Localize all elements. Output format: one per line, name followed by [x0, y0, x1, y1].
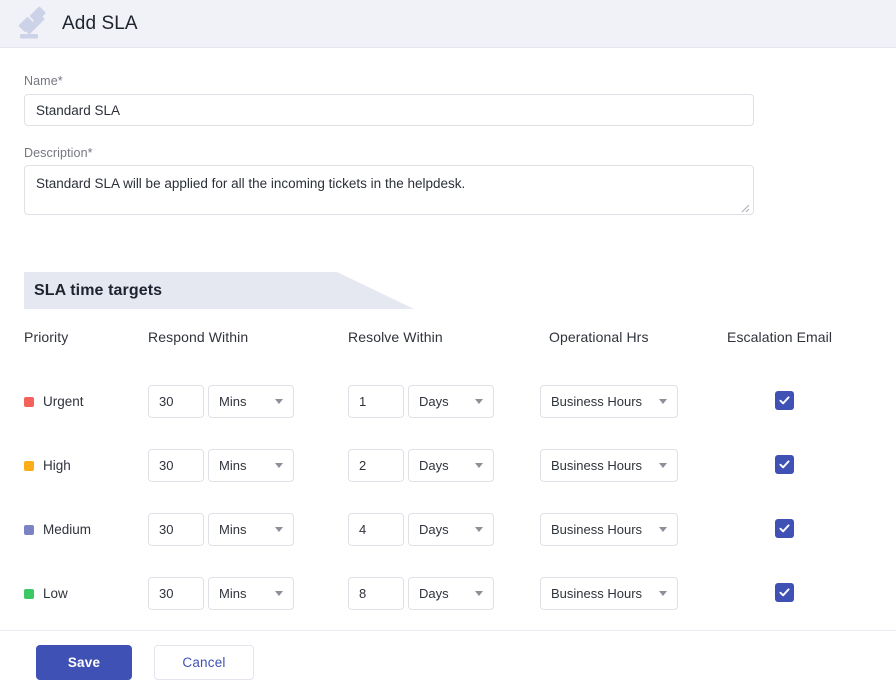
resolve-within-unit-select[interactable]: Days: [408, 385, 494, 418]
resolve-within-value-input[interactable]: [348, 513, 404, 546]
table-row: High Mins Days Business Hours: [0, 449, 896, 482]
priority-cell: Medium: [24, 513, 91, 546]
chevron-down-icon: [475, 527, 483, 532]
respond-within-unit-label: Mins: [219, 522, 247, 537]
resolve-within-value-input[interactable]: [348, 577, 404, 610]
resolve-within-value-input[interactable]: [348, 385, 404, 418]
respond-within-value-input[interactable]: [148, 449, 204, 482]
chevron-down-icon: [475, 591, 483, 596]
dialog-header: Add SLA: [0, 0, 896, 48]
check-icon: [779, 396, 790, 405]
cancel-button[interactable]: Cancel: [154, 645, 254, 680]
priority-cell: Urgent: [24, 385, 84, 418]
column-header-resolve: Resolve Within: [348, 329, 443, 345]
operational-hours-select[interactable]: Business Hours: [540, 513, 678, 546]
priority-cell: High: [24, 449, 71, 482]
respond-within-value-input[interactable]: [148, 577, 204, 610]
check-icon: [779, 524, 790, 533]
chevron-down-icon: [275, 591, 283, 596]
priority-cell: Low: [24, 577, 68, 610]
check-icon: [779, 588, 790, 597]
chevron-down-icon: [275, 527, 283, 532]
priority-label: Medium: [43, 522, 92, 537]
chevron-down-icon: [275, 399, 283, 404]
name-label: Name*: [24, 74, 63, 88]
resolve-within-unit-select[interactable]: Days: [408, 449, 494, 482]
operational-hours-label: Business Hours: [551, 394, 643, 409]
respond-within-value-input[interactable]: [148, 385, 204, 418]
chevron-down-icon: [659, 399, 667, 404]
priority-label: Low: [43, 586, 68, 601]
escalation-email-checkbox[interactable]: [775, 391, 794, 410]
priority-color-swatch: [24, 588, 34, 599]
chevron-down-icon: [659, 527, 667, 532]
resolve-within-unit-label: Days: [419, 586, 449, 601]
column-header-escalation: Escalation Email: [727, 329, 833, 345]
resolve-within-unit-label: Days: [419, 522, 449, 537]
priority-color-swatch: [24, 524, 34, 535]
chevron-down-icon: [659, 463, 667, 468]
resolve-within-value-input[interactable]: [348, 449, 404, 482]
description-value: Standard SLA will be applied for all the…: [36, 176, 466, 191]
operational-hours-select[interactable]: Business Hours: [540, 577, 678, 610]
respond-within-unit-select[interactable]: Mins: [208, 385, 294, 418]
respond-within-unit-label: Mins: [219, 394, 247, 409]
priority-label: Urgent: [43, 394, 84, 409]
escalation-email-checkbox[interactable]: [775, 519, 794, 538]
save-button[interactable]: Save: [36, 645, 132, 680]
description-input[interactable]: Standard SLA will be applied for all the…: [24, 165, 754, 215]
resolve-within-unit-select[interactable]: Days: [408, 577, 494, 610]
chevron-down-icon: [475, 463, 483, 468]
resolve-within-unit-label: Days: [419, 458, 449, 473]
chevron-down-icon: [659, 591, 667, 596]
column-header-ophrs: Operational Hrs: [549, 329, 649, 345]
table-row: Low Mins Days Business Hours: [0, 577, 896, 610]
priority-label: High: [43, 458, 71, 473]
column-header-respond: Respond Within: [148, 329, 249, 345]
priority-color-swatch: [24, 460, 34, 471]
sla-time-targets-title: SLA time targets: [34, 281, 163, 299]
resolve-within-unit-label: Days: [419, 394, 449, 409]
respond-within-unit-label: Mins: [219, 458, 247, 473]
respond-within-unit-select[interactable]: Mins: [208, 449, 294, 482]
operational-hours-select[interactable]: Business Hours: [540, 385, 678, 418]
gavel-icon: [18, 6, 56, 42]
respond-within-value-input[interactable]: [148, 513, 204, 546]
priority-color-swatch: [24, 396, 34, 407]
operational-hours-select[interactable]: Business Hours: [540, 449, 678, 482]
description-label: Description*: [24, 146, 93, 160]
column-header-priority: Priority: [24, 329, 69, 345]
table-row: Urgent Mins Days Business Hours: [0, 385, 896, 418]
chevron-down-icon: [275, 463, 283, 468]
respond-within-unit-label: Mins: [219, 586, 247, 601]
respond-within-unit-select[interactable]: Mins: [208, 513, 294, 546]
operational-hours-label: Business Hours: [551, 586, 643, 601]
operational-hours-label: Business Hours: [551, 458, 643, 473]
escalation-email-checkbox[interactable]: [775, 583, 794, 602]
resize-handle-icon[interactable]: [738, 200, 750, 213]
resolve-within-unit-select[interactable]: Days: [408, 513, 494, 546]
respond-within-unit-select[interactable]: Mins: [208, 577, 294, 610]
dialog-title: Add SLA: [62, 13, 138, 34]
escalation-email-checkbox[interactable]: [775, 455, 794, 474]
footer-divider: [0, 630, 896, 631]
add-sla-dialog: Add SLA Name* Description* Standard SLA …: [0, 0, 896, 688]
name-input[interactable]: [24, 94, 754, 126]
check-icon: [779, 460, 790, 469]
operational-hours-label: Business Hours: [551, 522, 643, 537]
table-row: Medium Mins Days Business Hours: [0, 513, 896, 546]
chevron-down-icon: [475, 399, 483, 404]
